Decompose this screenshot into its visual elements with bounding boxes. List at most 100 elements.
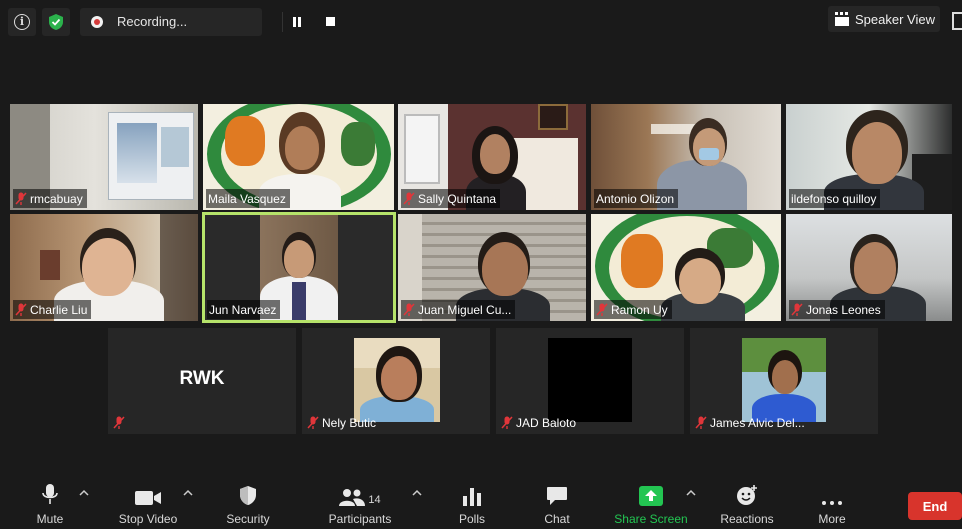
participant-photo [548,338,632,422]
participant-name-tag: Jonas Leones [789,300,885,319]
participant-name: Antonio Olizon [596,191,675,206]
participant-tile[interactable]: Maila Vasquez [203,104,394,210]
stop-video-button[interactable]: Stop Video [112,484,184,526]
active-speaker-tile[interactable]: Jun Narvaez [202,212,396,323]
smiley-icon [736,484,758,506]
participant-name-tag: Sally Quintana [401,189,501,208]
muted-mic-icon [501,415,513,429]
participant-avatar-text: RWK [179,368,225,389]
participant-name-tag: Jun Narvaez [207,300,281,319]
share-screen-label: Share Screen [614,512,688,526]
participant-name-tag: Nely Butic [305,413,380,432]
participant-name-tag [111,413,132,432]
chat-bubble-icon [546,484,568,506]
encryption-shield-button[interactable] [42,8,70,36]
participant-name-tag: JAD Baloto [499,413,580,432]
participant-tile[interactable]: Charlie Liu [10,214,198,321]
mute-button[interactable]: Mute [30,484,70,526]
meeting-info-button[interactable]: i [8,8,36,36]
more-button[interactable]: More [810,484,854,526]
info-icon: i [14,14,30,30]
participant-photo [742,338,826,422]
participant-photo [354,338,440,422]
participant-tile[interactable]: Antonio Olizon [591,104,781,210]
muted-mic-icon [695,415,707,429]
participants-button[interactable]: 14 Participants [322,484,398,526]
participant-tile[interactable]: ildefonso quilloy [786,104,952,210]
shield-check-icon [49,14,63,30]
participants-label: Participants [328,512,392,526]
participant-name: Maila Vasquez [208,191,286,206]
share-screen-icon [639,484,663,506]
speaker-view-icon [835,12,849,26]
participant-name: Charlie Liu [30,302,88,317]
participant-name: James Alvic Del... [710,415,805,430]
participant-name: rmcabuay [30,191,83,206]
participant-tile[interactable]: Sally Quintana [398,104,586,210]
recording-indicator: Recording... [80,8,335,36]
participant-tile[interactable]: Nely Butic [302,328,490,434]
chat-label: Chat [544,512,570,526]
participant-tile[interactable]: JAD Baloto [496,328,684,434]
participant-name: Sally Quintana [418,191,497,206]
share-screen-button[interactable]: Share Screen [610,484,692,526]
muted-mic-icon [307,415,319,429]
polls-button[interactable]: Polls [452,484,492,526]
security-button[interactable]: Security [220,484,276,526]
mute-label: Mute [36,512,64,526]
participant-name: ildefonso quilloy [791,191,877,206]
participants-icon: 14 [339,484,381,506]
wall-poster [108,112,194,200]
participant-name-tag: Ramon Uy [594,300,672,319]
reactions-label: Reactions [720,512,774,526]
polls-label: Polls [458,512,485,526]
participants-options-caret-icon[interactable] [412,489,422,497]
polls-bar-chart-icon [463,484,481,506]
participant-name: Jonas Leones [806,302,881,317]
end-meeting-button[interactable]: End [908,492,962,520]
participant-name: JAD Baloto [516,415,577,430]
reactions-button[interactable]: Reactions [714,484,780,526]
microphone-icon [42,484,58,506]
pause-recording-icon[interactable] [292,17,302,27]
participant-tile[interactable]: RWK [108,328,296,434]
share-options-caret-icon[interactable] [686,489,696,497]
muted-mic-icon [791,302,803,316]
participant-name-tag: ildefonso quilloy [789,189,881,208]
video-options-caret-icon[interactable] [183,489,193,497]
participant-name: Ramon Uy [611,302,668,317]
meeting-top-bar: i Recording... Speaker View [0,0,962,44]
meeting-toolbar: Mute Stop Video Security 14 Participants… [0,476,962,529]
participant-tile[interactable]: James Alvic Del... [690,328,878,434]
recording-dot-icon [91,16,103,28]
speaker-view-button[interactable]: Speaker View [828,6,940,32]
participant-name-tag: rmcabuay [13,189,87,208]
speaker-view-label: Speaker View [855,11,935,27]
more-label: More [818,512,846,526]
muted-mic-icon [113,415,125,429]
audio-options-caret-icon[interactable] [79,489,89,497]
muted-mic-icon [596,302,608,316]
more-dots-icon [821,484,843,506]
stop-recording-icon[interactable] [326,17,335,26]
video-camera-icon [135,484,161,506]
participant-name-tag: Maila Vasquez [206,189,290,208]
participant-tile[interactable]: Jonas Leones [786,214,952,321]
participant-name-tag: Charlie Liu [13,300,92,319]
participant-name: Jun Narvaez [209,302,277,317]
muted-mic-icon [403,302,415,316]
security-label: Security [226,512,270,526]
participant-name-tag: Juan Miguel Cu... [401,300,516,319]
stop-video-label: Stop Video [118,512,178,526]
chat-button[interactable]: Chat [537,484,577,526]
muted-mic-icon [15,302,27,316]
participant-name-tag: Antonio Olizon [594,189,679,208]
muted-mic-icon [403,191,415,205]
recording-label: Recording... [117,14,188,29]
participant-tile[interactable]: Ramon Uy [591,214,781,321]
fullscreen-icon[interactable] [952,12,962,30]
participant-tile[interactable]: rmcabuay [10,104,198,210]
participant-name-tag: James Alvic Del... [693,413,809,432]
participant-name: Juan Miguel Cu... [418,302,512,317]
participant-tile[interactable]: Juan Miguel Cu... [398,214,586,321]
